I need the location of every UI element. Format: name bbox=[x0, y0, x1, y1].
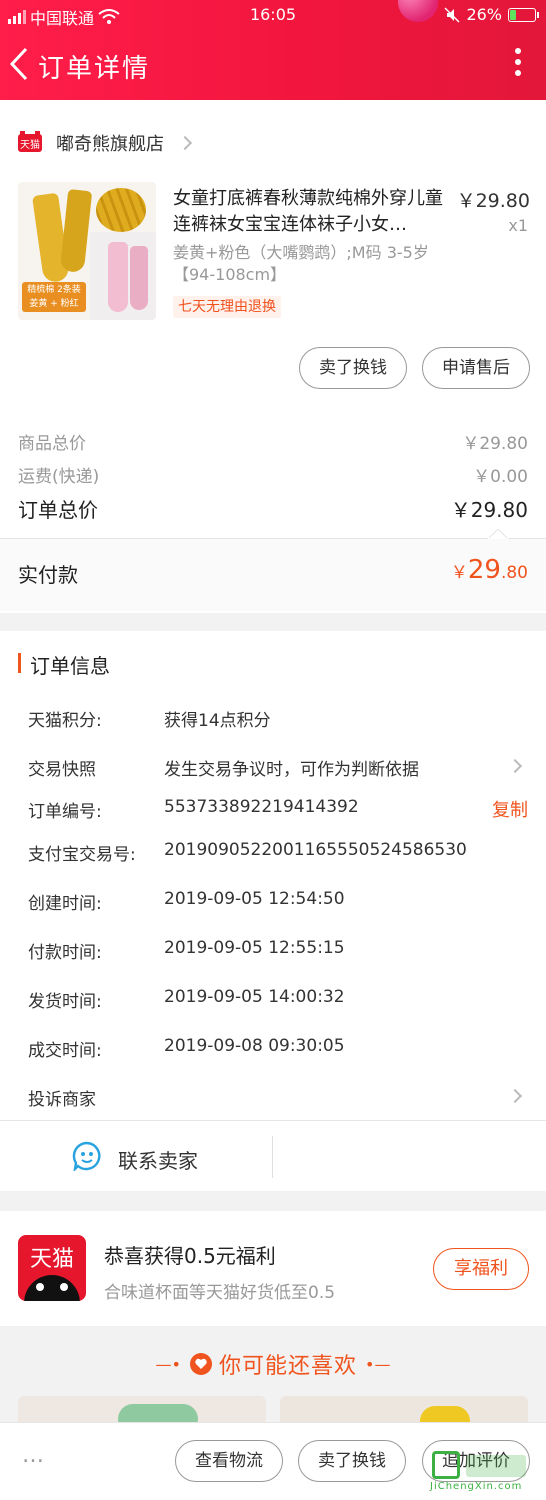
bottom-action-bar: … 查看物流 卖了换钱 追加评价 JiChengXin.com bbox=[0, 1422, 546, 1500]
back-button[interactable] bbox=[6, 44, 36, 84]
view-logistics-button[interactable]: 查看物流 bbox=[175, 1440, 283, 1482]
order-info-title: 订单信息 bbox=[30, 654, 110, 678]
chat-smile-icon bbox=[72, 1141, 101, 1171]
copy-button[interactable]: 复制 bbox=[492, 796, 528, 822]
order-number-label: 订单编号: bbox=[28, 802, 102, 822]
contact-seller-label: 联系卖家 bbox=[118, 1149, 198, 1173]
watermark-text: JiChengXin.com bbox=[430, 1481, 523, 1492]
contact-seller-button[interactable]: 联系卖家 bbox=[0, 1121, 272, 1191]
chevron-right-icon bbox=[177, 135, 193, 151]
tmall-shop-logo: 天猫 bbox=[18, 131, 42, 152]
shop-name: 嘟奇熊旗舰店 bbox=[56, 134, 164, 155]
completed-time-value: 2019-09-08 09:30:05 bbox=[164, 1036, 345, 1056]
recommend-header: —• 你可能还喜欢 •— bbox=[0, 1348, 546, 1380]
divider-vertical bbox=[272, 1136, 273, 1178]
order-number-value: 553733892219414392 bbox=[164, 797, 359, 817]
created-time-value: 2019-09-05 12:54:50 bbox=[164, 889, 345, 909]
snapshot-value: 发生交易争议时，可作为判断依据 bbox=[164, 760, 419, 780]
status-bar: 中国联通 16:05 26% bbox=[0, 0, 546, 30]
shop-row[interactable]: 天猫 嘟奇熊旗舰店 bbox=[18, 131, 193, 155]
more-actions-button[interactable]: … bbox=[22, 1443, 46, 1468]
order-total-row: 订单总价 ￥29.80 bbox=[18, 498, 528, 522]
more-options-button[interactable] bbox=[512, 48, 524, 80]
recommend-item-2[interactable] bbox=[280, 1396, 528, 1422]
snapshot-row[interactable]: 交易快照 发生交易争议时，可作为判断依据 bbox=[0, 745, 546, 789]
snapshot-label: 交易快照 bbox=[28, 760, 96, 780]
promo-subtitle: 合味道杯面等天猫好货低至0.5 bbox=[104, 1283, 336, 1303]
return-policy-badge: 七天无理由退换 bbox=[173, 296, 281, 318]
section-accent-bar bbox=[18, 653, 21, 673]
alipay-value: 2019090522001165550524586530 bbox=[164, 840, 467, 860]
claim-benefit-button[interactable]: 享福利 bbox=[433, 1248, 529, 1290]
after-sale-button[interactable]: 申请售后 bbox=[422, 347, 530, 389]
chevron-left-icon bbox=[9, 47, 28, 81]
product-spec: 姜黄+粉色（大嘴鹦鹉）;M码 3-5岁【94-108cm】 bbox=[173, 243, 429, 284]
product-title[interactable]: 女童打底裤春秋薄款纯棉外穿儿童连裤袜女宝宝连体袜子小女… bbox=[173, 186, 451, 238]
product-price: ￥29.80 bbox=[456, 190, 530, 212]
footer-resell-button[interactable]: 卖了换钱 bbox=[298, 1440, 406, 1482]
watermark-logo: JiChengXin.com bbox=[424, 1451, 542, 1495]
paid-amount: ￥29.80 bbox=[450, 555, 528, 585]
chevron-right-icon bbox=[507, 1088, 523, 1104]
tmall-promo-logo: 天猫 bbox=[18, 1235, 86, 1301]
heart-icon bbox=[189, 1353, 212, 1375]
caret-up-icon bbox=[488, 529, 508, 539]
battery-percent: 26% bbox=[466, 5, 502, 24]
product-thumbnail[interactable]: 精梳棉 2条装 姜黄 + 粉红 bbox=[18, 182, 156, 320]
mute-icon bbox=[444, 6, 460, 23]
recommend-title: 你可能还喜欢 bbox=[218, 1354, 357, 1379]
shipping-row: 运费(快递) ￥0.00 bbox=[18, 467, 528, 487]
chevron-right-icon bbox=[507, 758, 523, 774]
complaint-row[interactable]: 投诉商家 bbox=[0, 1074, 546, 1118]
resell-button[interactable]: 卖了换钱 bbox=[299, 347, 407, 389]
thumbnail-tag: 精梳棉 2条装 姜黄 + 粉红 bbox=[22, 282, 86, 312]
paid-time-value: 2019-09-05 12:55:15 bbox=[164, 938, 345, 958]
created-time-label: 创建时间: bbox=[28, 894, 102, 914]
points-label: 天猫积分: bbox=[28, 711, 102, 731]
battery-icon bbox=[508, 7, 539, 22]
paid-label: 实付款 bbox=[18, 563, 78, 587]
shipped-time-label: 发货时间: bbox=[28, 992, 102, 1012]
points-value: 获得14点积分 bbox=[164, 711, 271, 731]
recommend-item-1[interactable] bbox=[18, 1396, 266, 1422]
page-title: 订单详情 bbox=[38, 54, 151, 84]
promo-title: 恭喜获得0.5元福利 bbox=[104, 1244, 276, 1268]
completed-time-label: 成交时间: bbox=[28, 1041, 102, 1061]
shipped-time-value: 2019-09-05 14:00:32 bbox=[164, 987, 345, 1007]
complaint-label: 投诉商家 bbox=[28, 1090, 96, 1110]
paid-time-label: 付款时间: bbox=[28, 943, 102, 963]
alipay-label: 支付宝交易号: bbox=[28, 845, 136, 865]
goods-total-row: 商品总价 ￥29.80 bbox=[18, 434, 528, 454]
paid-amount-bar: 实付款 ￥29.80 bbox=[0, 539, 546, 611]
product-quantity: x1 bbox=[508, 216, 528, 235]
app-header: 中国联通 16:05 26% 订单详情 bbox=[0, 0, 546, 100]
